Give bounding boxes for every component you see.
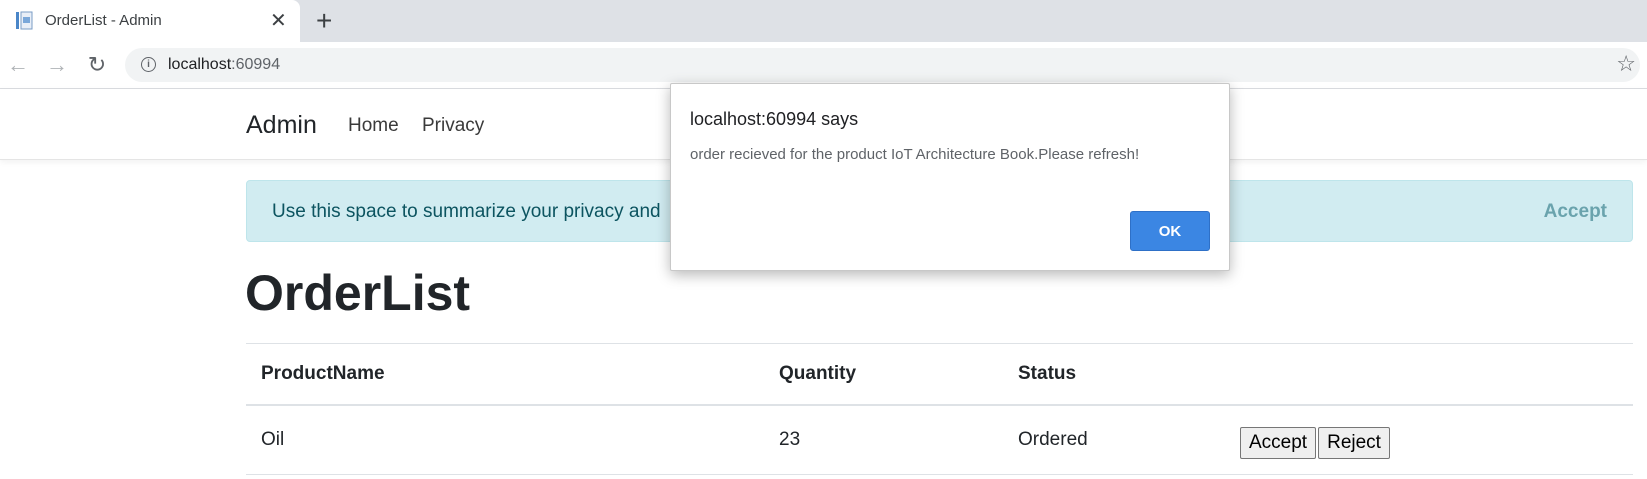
- alert-dialog: localhost:60994 says order recieved for …: [670, 83, 1230, 271]
- reject-order-button[interactable]: Reject: [1318, 427, 1390, 459]
- column-header-status: Status: [1003, 343, 1225, 406]
- new-tab-icon[interactable]: +: [316, 5, 332, 37]
- page-title: OrderList: [245, 265, 471, 321]
- browser-toolbar: ← → ↻ i localhost:60994 ☆: [0, 42, 1647, 89]
- tab-title: OrderList - Admin: [45, 12, 162, 29]
- cell-quantity: 23: [764, 405, 1003, 475]
- cell-actions: Accept Reject: [1225, 405, 1633, 475]
- cookie-consent-text: Use this space to summarize your privacy…: [272, 201, 661, 222]
- url-text[interactable]: localhost:60994: [168, 56, 280, 74]
- column-header-actions: [1225, 343, 1633, 406]
- cell-status: Ordered: [1003, 405, 1225, 475]
- navbar-brand[interactable]: Admin: [246, 111, 317, 140]
- browser-tab[interactable]: OrderList - Admin ✕: [0, 0, 300, 42]
- table-header-row: ProductName Quantity Status: [246, 343, 1633, 406]
- back-arrow-icon[interactable]: ←: [4, 51, 32, 79]
- reload-icon[interactable]: ↻: [83, 51, 111, 79]
- orders-table: ProductName Quantity Status Oil 23 Order…: [246, 343, 1633, 475]
- dialog-message: order recieved for the product IoT Archi…: [690, 146, 1140, 163]
- dialog-ok-button[interactable]: OK: [1130, 211, 1210, 251]
- nav-link-home[interactable]: Home: [348, 115, 399, 137]
- site-info-icon[interactable]: i: [141, 57, 156, 72]
- column-header-product-name: ProductName: [246, 343, 764, 406]
- table-row: Oil 23 Ordered Accept Reject: [246, 405, 1633, 475]
- address-bar[interactable]: i localhost:60994 ☆: [125, 48, 1640, 82]
- column-header-quantity: Quantity: [764, 343, 1003, 406]
- nav-link-privacy[interactable]: Privacy: [422, 115, 484, 137]
- url-host: localhost: [168, 56, 232, 73]
- bookmark-star-icon[interactable]: ☆: [1616, 51, 1636, 77]
- close-tab-icon[interactable]: ✕: [270, 8, 287, 33]
- cell-product-name: Oil: [246, 405, 764, 475]
- page-favicon-icon: [16, 11, 33, 30]
- forward-arrow-icon[interactable]: →: [43, 51, 71, 79]
- cookie-accept-button[interactable]: Accept: [1544, 201, 1607, 223]
- accept-order-button[interactable]: Accept: [1240, 427, 1317, 459]
- tab-strip: OrderList - Admin ✕ +: [0, 0, 1647, 42]
- url-port: :60994: [231, 56, 281, 73]
- dialog-title: localhost:60994 says: [690, 109, 859, 129]
